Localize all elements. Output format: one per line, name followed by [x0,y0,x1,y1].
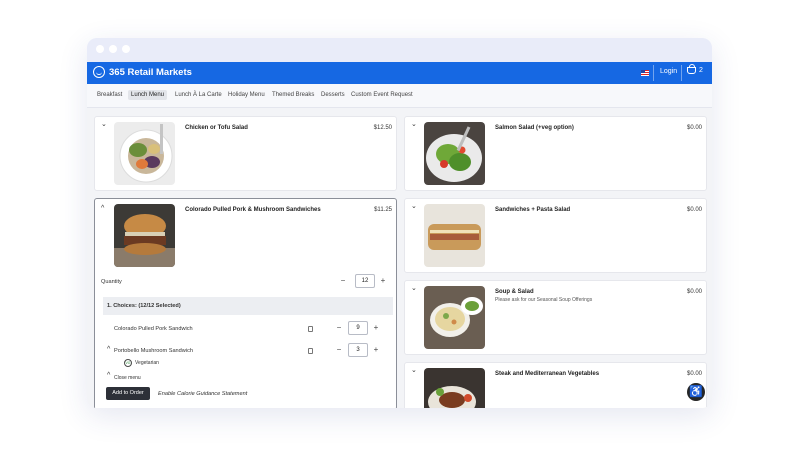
browser-window: 365 Retail Markets Login 2 Breakfast Lun… [87,38,712,408]
menu-content: ⌄ Chicken or Tofu Salad $12.50 ^ Colorad… [87,108,712,408]
choice-increment-button[interactable]: + [372,323,380,332]
menu-item-card[interactable]: ⌄ Soup & Salad Please ask for our Season… [404,280,707,355]
add-to-order-button[interactable]: Add to Order [106,387,150,400]
tab-lunch-a-la-carte[interactable]: Lunch À La Carte [172,90,225,100]
menu-item-card[interactable]: ⌄ Sandwiches + Pasta Salad $0.00 [404,198,707,273]
quantity-label: Quantity [101,279,122,285]
item-price: $0.00 [686,125,702,131]
item-price: $0.00 [686,207,702,213]
menu-item-card[interactable]: ⌄ Chicken or Tofu Salad $12.50 [94,116,397,191]
chevron-up-icon[interactable]: ^ [101,205,104,212]
chevron-down-icon[interactable]: ⌄ [411,120,417,128]
tab-themed-breaks[interactable]: Themed Breaks [269,90,317,100]
menu-item-card[interactable]: ⌄ Steak and Mediterranean Vegetables $0.… [404,362,707,408]
chevron-up-icon[interactable]: ^ [107,346,110,353]
item-price: $11.25 [374,207,392,213]
item-name: Sandwiches + Pasta Salad [495,207,571,213]
divider [653,65,654,81]
choice-name: Portobello Mushroom Sandwich [114,348,193,354]
item-price: $0.00 [686,371,702,377]
choice-name: Colorado Pulled Pork Sandwich [114,326,193,332]
basket-icon [687,64,696,74]
soup-salad-image [424,286,485,349]
brand-logo-link[interactable]: 365 Retail Markets [93,66,192,78]
calorie-guidance-link[interactable]: Enable Calorie Guidance Statement [158,391,247,397]
tab-breakfast[interactable]: Breakfast [94,90,125,100]
brand-logo-icon [93,66,105,78]
menu-item-card[interactable]: ⌄ Salmon Salad (+veg option) $0.00 [404,116,707,191]
quantity-increment-button[interactable]: + [379,276,387,285]
choices-header: 1. Choices: (12/12 Selected) [103,297,393,315]
cart-button[interactable]: 2 [687,64,703,74]
tab-desserts[interactable]: Desserts [318,90,348,100]
tab-custom-event-request[interactable]: Custom Event Request [348,90,416,100]
tab-holiday-menu[interactable]: Holiday Menu [225,90,268,100]
close-menu-link[interactable]: Close menu [114,375,141,381]
brand-name: 365 Retail Markets [109,66,192,78]
vegetarian-icon: VG [124,359,132,367]
item-price: $0.00 [686,289,702,295]
pulled-pork-sandwich-image [114,204,175,267]
choices-label: 1. Choices: (12/12 Selected) [107,303,181,309]
window-dot [109,45,117,53]
choice-quantity-input[interactable]: 3 [348,343,368,357]
item-name: Soup & Salad [495,289,534,295]
chevron-down-icon[interactable]: ⌄ [411,284,417,292]
chevron-down-icon[interactable]: ⌄ [411,202,417,210]
nutrition-info-icon[interactable] [308,348,313,354]
divider [681,65,682,81]
chevron-down-icon[interactable]: ⌄ [101,120,107,128]
choice-decrement-button[interactable]: − [335,323,343,332]
us-flag-icon[interactable] [641,70,649,76]
chevron-up-icon[interactable]: ^ [107,372,110,379]
top-bar: 365 Retail Markets Login 2 [87,62,712,84]
item-subtitle: Please ask for our Seasonal Soup Offerin… [495,297,593,303]
cart-count: 2 [699,67,703,74]
quantity-input[interactable]: 12 [355,274,375,288]
choice-increment-button[interactable]: + [372,345,380,354]
accessibility-icon[interactable]: ♿ [687,383,705,401]
item-name: Steak and Mediterranean Vegetables [495,371,600,377]
choice-quantity-input[interactable]: 9 [348,321,368,335]
item-name: Chicken or Tofu Salad [185,125,248,131]
tab-lunch-menu[interactable]: Lunch Menu [128,90,168,100]
window-dot [122,45,130,53]
nutrition-info-icon[interactable] [308,326,313,332]
item-price: $12.50 [373,125,392,131]
window-dot [96,45,104,53]
quantity-decrement-button[interactable]: − [339,276,347,285]
item-name: Salmon Salad (+veg option) [495,125,574,131]
choice-decrement-button[interactable]: − [335,345,343,354]
menu-item-card-expanded[interactable]: ^ Colorado Pulled Pork & Mushroom Sandwi… [94,198,397,408]
item-name: Colorado Pulled Pork & Mushroom Sandwich… [185,207,321,213]
login-button[interactable]: Login [660,68,677,75]
window-chrome [87,38,712,62]
chevron-down-icon[interactable]: ⌄ [411,366,417,374]
steak-vegetables-image [424,368,485,408]
salad-bowl-image [114,122,175,185]
vegetarian-label: Vegetarian [135,360,159,366]
sandwich-pasta-image [424,204,485,267]
menu-tabs: Breakfast Lunch Menu Lunch À La Carte Ho… [87,84,712,108]
salmon-salad-image [424,122,485,185]
